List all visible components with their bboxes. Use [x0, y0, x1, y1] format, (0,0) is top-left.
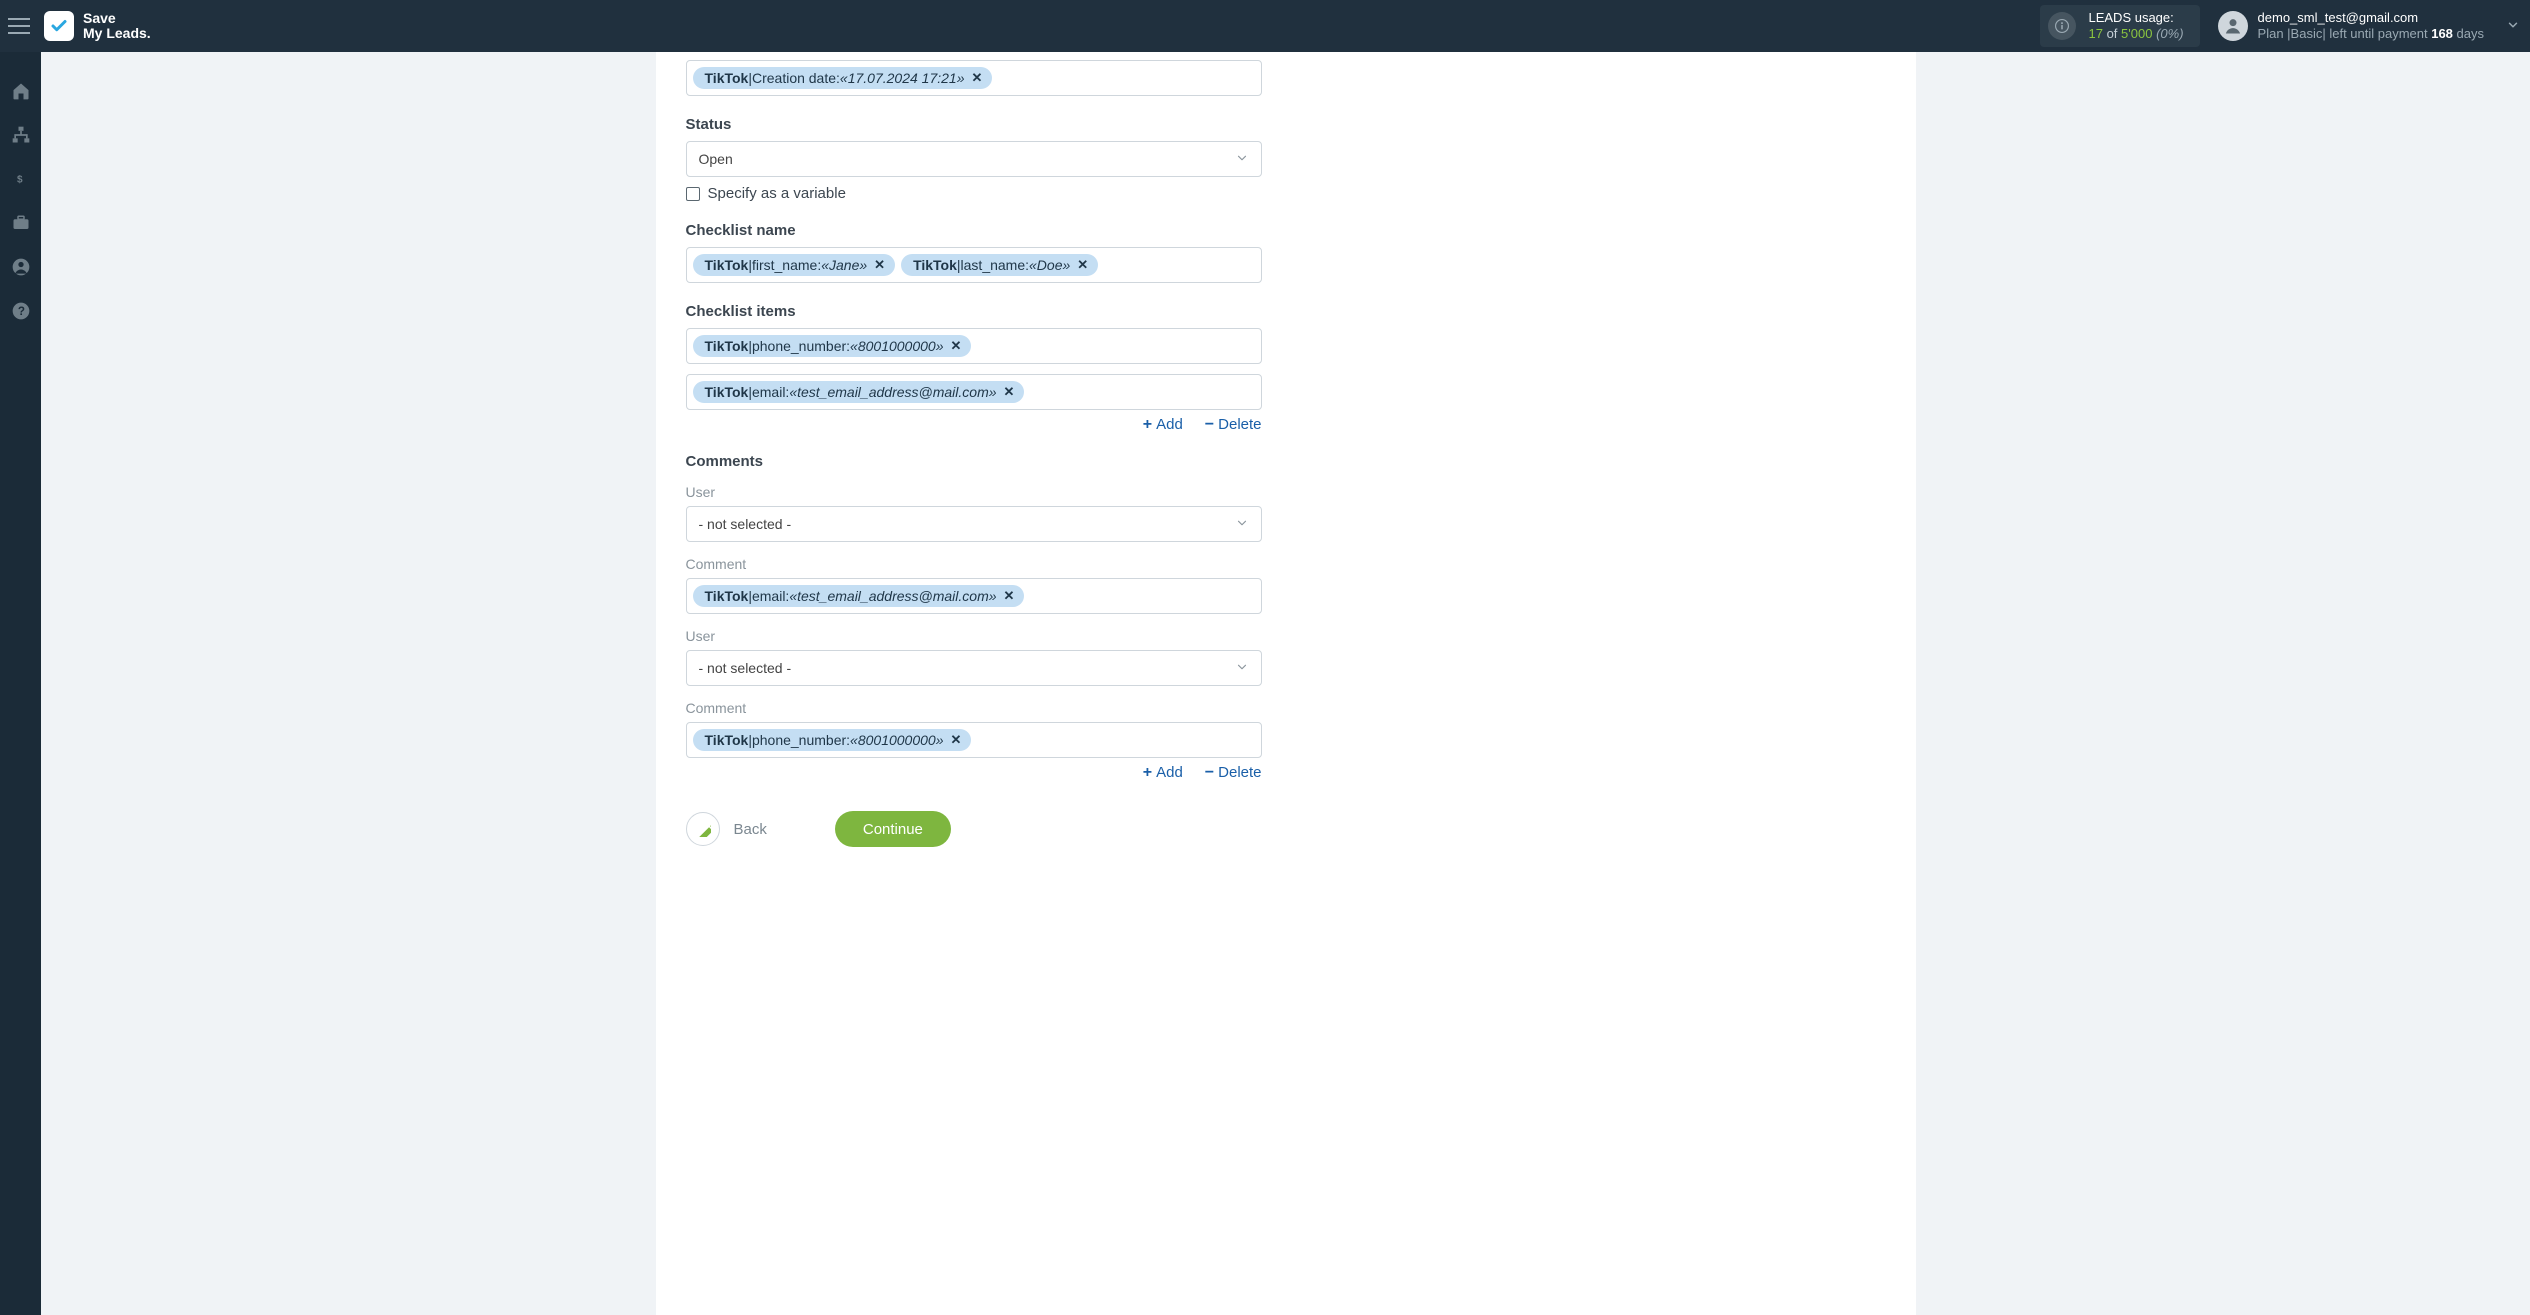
continue-button[interactable]: Continue: [835, 811, 951, 847]
user-icon: [11, 257, 31, 277]
briefcase-icon: [11, 214, 31, 232]
label-checklist-items: Checklist items: [686, 303, 1262, 320]
label-status: Status: [686, 116, 1262, 133]
nav-billing[interactable]: $: [10, 168, 32, 190]
home-icon: [11, 81, 31, 101]
nav-home[interactable]: [10, 80, 32, 102]
app-logo[interactable]: [44, 11, 74, 41]
plus-icon: +: [1143, 417, 1152, 433]
creation-date-field[interactable]: TikTok | Creation date: «17.07.2024 17:2…: [686, 60, 1262, 96]
nav-help[interactable]: ?: [10, 300, 32, 322]
pill-last-name[interactable]: TikTok | last_name: «Doe»✕: [901, 254, 1098, 276]
label-user: User: [686, 484, 1262, 500]
avatar-icon: [2218, 11, 2248, 41]
chevron-down-icon: [1235, 660, 1249, 677]
checklist-item-row[interactable]: TikTok | email: «test_email_address@mail…: [686, 374, 1262, 410]
label-comment: Comment: [686, 556, 1262, 572]
minus-icon: −: [1205, 765, 1214, 781]
select-value: - not selected -: [699, 516, 792, 532]
pill-email[interactable]: TikTok | email: «test_email_address@mail…: [693, 381, 1025, 403]
back-button[interactable]: [686, 812, 720, 846]
specify-variable-label: Specify as a variable: [708, 185, 846, 202]
brand-text: SaveMy Leads.: [83, 11, 151, 40]
comment-user-select[interactable]: - not selected -: [686, 506, 1262, 542]
question-icon: ?: [11, 301, 31, 321]
info-icon: [2048, 12, 2076, 40]
pill-creation-date[interactable]: TikTok | Creation date: «17.07.2024 17:2…: [693, 67, 993, 89]
specify-variable-checkbox[interactable]: Specify as a variable: [686, 185, 1262, 202]
menu-toggle[interactable]: [8, 18, 30, 34]
pill-first-name[interactable]: TikTok | first_name: «Jane»✕: [693, 254, 896, 276]
pill-remove-icon[interactable]: ✕: [1004, 384, 1015, 400]
svg-text:?: ?: [17, 305, 24, 318]
nav-account[interactable]: [10, 256, 32, 278]
pill-remove-icon[interactable]: ✕: [950, 338, 961, 354]
comments-delete[interactable]: −Delete: [1205, 764, 1262, 781]
checklist-add[interactable]: +Add: [1143, 416, 1183, 433]
svg-text:$: $: [17, 175, 23, 186]
minus-icon: −: [1205, 417, 1214, 433]
label-comments: Comments: [686, 453, 1262, 470]
pill-remove-icon[interactable]: ✕: [1077, 257, 1088, 273]
form-card: TikTok | Creation date: «17.07.2024 17:2…: [656, 52, 1916, 1315]
nav-connections[interactable]: [10, 124, 32, 146]
pill-phone[interactable]: TikTok | phone_number: «8001000000»✕: [693, 729, 972, 751]
leads-usage-text: LEADS usage: 17 of 5'000 (0%): [2088, 10, 2183, 43]
page-body: TikTok | Creation date: «17.07.2024 17:2…: [41, 52, 2530, 1315]
plus-icon: +: [1143, 765, 1152, 781]
checkbox-icon: [686, 187, 700, 201]
select-value: - not selected -: [699, 660, 792, 676]
sidebar: $ ?: [0, 52, 41, 1315]
pill-phone[interactable]: TikTok | phone_number: «8001000000»✕: [693, 335, 972, 357]
pill-email[interactable]: TikTok | email: «test_email_address@mail…: [693, 585, 1025, 607]
label-comment: Comment: [686, 700, 1262, 716]
comments-add[interactable]: +Add: [1143, 764, 1183, 781]
nav-tools[interactable]: [10, 212, 32, 234]
status-value: Open: [699, 151, 733, 167]
pencil-icon: [695, 821, 711, 837]
label-user: User: [686, 628, 1262, 644]
status-select[interactable]: Open: [686, 141, 1262, 177]
sitemap-icon: [11, 125, 31, 145]
pill-remove-icon[interactable]: ✕: [972, 70, 983, 86]
app-header: SaveMy Leads. LEADS usage: 17 of 5'000 (…: [0, 0, 2530, 52]
checklist-name-field[interactable]: TikTok | first_name: «Jane»✕ TikTok | la…: [686, 247, 1262, 283]
chevron-down-icon[interactable]: [2506, 18, 2520, 35]
chevron-down-icon: [1235, 516, 1249, 533]
label-checklist-name: Checklist name: [686, 222, 1262, 239]
user-meta: demo_sml_test@gmail.com Plan |Basic| lef…: [2258, 10, 2484, 41]
comment-field[interactable]: TikTok | phone_number: «8001000000»✕: [686, 722, 1262, 758]
comment-field[interactable]: TikTok | email: «test_email_address@mail…: [686, 578, 1262, 614]
chevron-down-icon: [1235, 151, 1249, 168]
pill-remove-icon[interactable]: ✕: [950, 732, 961, 748]
pill-remove-icon[interactable]: ✕: [1004, 588, 1015, 604]
dollar-icon: $: [15, 169, 27, 189]
back-label: Back: [734, 821, 767, 838]
checklist-item-row[interactable]: TikTok | phone_number: «8001000000»✕: [686, 328, 1262, 364]
pill-remove-icon[interactable]: ✕: [874, 257, 885, 273]
form-footer: Back Continue: [686, 811, 1262, 847]
checklist-delete[interactable]: −Delete: [1205, 416, 1262, 433]
user-menu[interactable]: demo_sml_test@gmail.com Plan |Basic| lef…: [2218, 10, 2520, 41]
leads-usage[interactable]: LEADS usage: 17 of 5'000 (0%): [2040, 5, 2199, 48]
comment-user-select[interactable]: - not selected -: [686, 650, 1262, 686]
check-icon: [50, 17, 68, 35]
